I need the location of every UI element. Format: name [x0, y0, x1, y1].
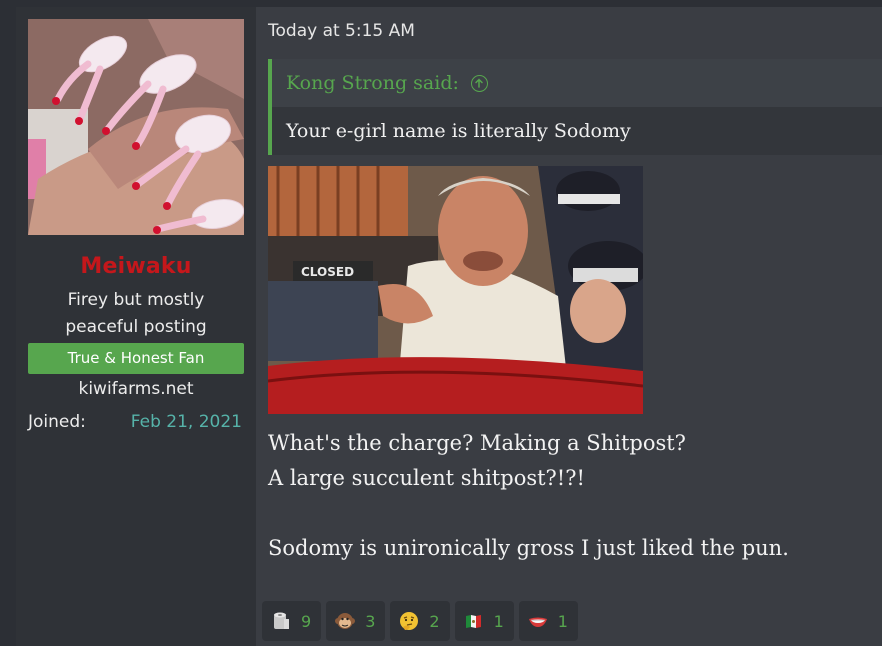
- reaction-count: 1: [493, 611, 504, 631]
- post-timestamp[interactable]: Today at 5:15 AM: [268, 21, 415, 41]
- user-banner: True & Honest Fan: [28, 343, 244, 374]
- reaction-count: 3: [365, 611, 376, 631]
- body-line-3: [268, 496, 872, 531]
- meme-image[interactable]: CLOSED: [268, 166, 643, 414]
- joined-date: Feb 21, 2021: [130, 412, 242, 432]
- reaction-bar: 9 3 2 1 1: [262, 601, 578, 641]
- reaction-count: 2: [429, 611, 440, 631]
- thinking-face-icon: [400, 612, 419, 630]
- user-title: Firey but mostly peaceful posting: [36, 287, 236, 341]
- body-line-1: What's the charge? Making a Shitpost?: [268, 431, 686, 455]
- reaction-mexico-flag[interactable]: 1: [454, 601, 514, 641]
- quote-header: Kong Strong said:: [272, 59, 882, 107]
- body-line-2: A large succulent shitpost?!?!: [268, 466, 585, 490]
- joined-label: Joined:: [28, 412, 86, 432]
- arrest-photo-icon: CLOSED: [268, 166, 643, 414]
- reaction-count: 1: [557, 611, 568, 631]
- closed-sign-text: CLOSED: [301, 265, 354, 279]
- arrow-up-circle-icon[interactable]: [470, 74, 488, 92]
- quote-text: Your e-girl name is literally Sodomy: [286, 120, 631, 142]
- post-main: Today at 5:15 AM Kong Strong said: Your …: [256, 7, 882, 593]
- toilet-paper-icon: [274, 612, 289, 629]
- body-line-4: Sodomy is unironically gross I just like…: [268, 536, 789, 560]
- quote-author-link[interactable]: Kong Strong said:: [286, 72, 459, 94]
- post-container: Meiwaku Firey but mostly peaceful postin…: [16, 7, 882, 646]
- reaction-count: 9: [301, 611, 312, 631]
- user-title-line1: Firey but mostly: [67, 290, 205, 310]
- monkey-face-icon: [335, 613, 356, 629]
- user-sidebar: Meiwaku Firey but mostly peaceful postin…: [16, 7, 256, 646]
- username-link[interactable]: Meiwaku: [16, 254, 256, 279]
- post-body: What's the charge? Making a Shitpost? A …: [268, 426, 872, 566]
- reaction-monkey[interactable]: 3: [326, 601, 386, 641]
- reaction-lips[interactable]: 1: [518, 601, 578, 641]
- user-title-line2: peaceful posting: [65, 317, 207, 337]
- mexico-flag-icon: [465, 615, 481, 628]
- reaction-thinking[interactable]: 2: [390, 601, 450, 641]
- quote-block: Kong Strong said: Your e-girl name is li…: [268, 59, 882, 155]
- user-site: kiwifarms.net: [78, 379, 194, 399]
- smile-lips-icon: [528, 617, 547, 627]
- user-avatar[interactable]: [28, 19, 244, 235]
- reaction-toilet-paper[interactable]: 9: [262, 601, 322, 641]
- long-nails-avatar-icon: [28, 19, 244, 235]
